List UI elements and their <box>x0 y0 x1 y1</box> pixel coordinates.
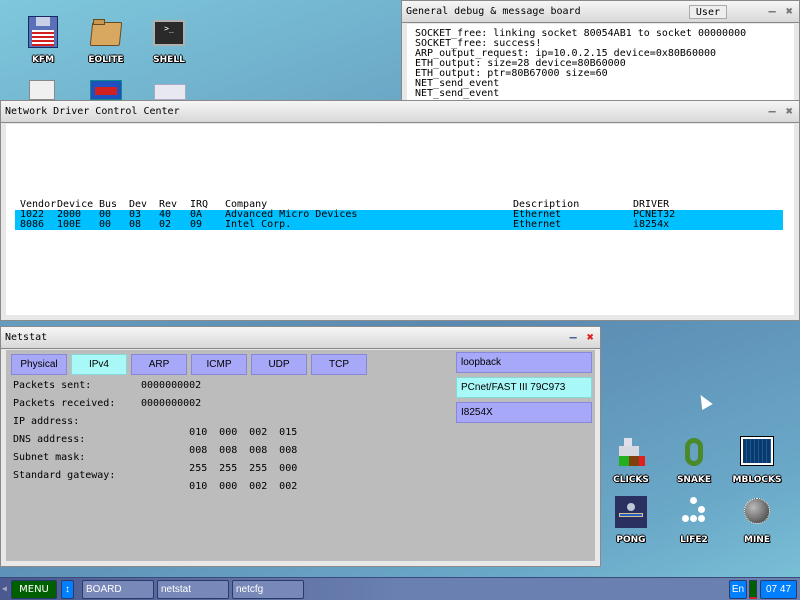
cell-company: Intel Corp. <box>225 219 292 230</box>
minimize-icon[interactable]: — <box>769 4 776 18</box>
terminal-icon: >_ <box>152 16 186 50</box>
tinypad-icon[interactable] <box>90 80 122 100</box>
close-icon[interactable]: ✖ <box>786 104 793 118</box>
floppy-disk-icon <box>26 16 60 50</box>
stat-label: Standard gateway: <box>13 470 116 481</box>
stat-value: 0000000002 <box>141 380 202 391</box>
taskbar-left-arrow-icon[interactable]: ◀ <box>2 584 7 593</box>
taskbar: ◀ MENU ↕ BOARD netstat netcfg En 07 47 <box>0 577 800 600</box>
netstat-window: Netstat — ✖ Physical IPv4 ARP ICMP UDP T… <box>0 326 601 567</box>
netstat-body: Physical IPv4 ARP ICMP UDP TCP Packets s… <box>6 350 595 561</box>
stat-label: DNS address: <box>13 434 86 445</box>
mouse-cursor-icon <box>695 391 713 411</box>
driver-table: Vendor Device Bus Dev Rev IRQ Company De… <box>15 200 783 230</box>
desktop-icon-shell[interactable]: >_ SHELL <box>137 16 201 65</box>
cell-vendor: 8086 <box>20 219 45 230</box>
task-netstat[interactable]: netstat <box>157 580 229 599</box>
window-title: Netstat <box>5 332 48 343</box>
stat-value: 0000000002 <box>141 398 202 409</box>
cell-description: Ethernet <box>513 219 562 230</box>
interface-i8254x[interactable]: I8254X <box>456 402 592 423</box>
menu-button[interactable]: MENU <box>11 580 57 599</box>
stat-label: Packets sent: <box>13 380 92 391</box>
language-indicator[interactable]: En <box>729 580 747 599</box>
tab-physical[interactable]: Physical <box>11 354 67 375</box>
desktop-icon-life2[interactable]: LIFE2 <box>662 496 726 545</box>
desktop-icon-kfm[interactable]: KFM <box>11 16 75 65</box>
minimize-icon[interactable]: — <box>570 330 577 344</box>
ip-octet: 010 <box>189 481 208 492</box>
tab-udp[interactable]: UDP <box>251 354 307 375</box>
clock[interactable]: 07 47 <box>760 580 797 599</box>
close-icon[interactable]: ✖ <box>587 330 594 344</box>
cell-dev: 08 <box>129 219 142 230</box>
tab-tcp[interactable]: TCP <box>311 354 367 375</box>
minimize-icon[interactable]: — <box>769 104 776 118</box>
desktop-icon-clicks[interactable]: CLICKS <box>599 436 663 485</box>
snake-icon <box>677 436 711 470</box>
driver-center-window: Network Driver Control Center — ✖ Vendor… <box>0 100 800 321</box>
driver-center-titlebar[interactable]: Network Driver Control Center — ✖ <box>1 101 799 123</box>
interface-pcnet[interactable]: PCnet/FAST III 79C973 <box>456 377 592 398</box>
table-row[interactable]: 8086 100E 00 08 02 09 Intel Corp. Ethern… <box>15 220 783 230</box>
cell-device: 100E <box>57 219 82 230</box>
life-icon <box>677 496 711 530</box>
debug-log-area: SOCKET_free: linking socket 80054AB1 to … <box>407 24 794 100</box>
debug-board-titlebar[interactable]: General debug & message board User — ✖ <box>402 1 799 23</box>
switch-windows-icon[interactable]: ↕ <box>61 580 74 599</box>
desktop-icon-pong[interactable]: PONG <box>599 496 663 545</box>
cell-irq: 09 <box>190 219 203 230</box>
cell-rev: 02 <box>159 219 172 230</box>
desktop-icon-snake[interactable]: SNAKE <box>662 436 726 485</box>
ip-octet: 002 <box>279 481 298 492</box>
cpu-usage-indicator <box>749 580 757 599</box>
window-title: General debug & message board <box>406 6 581 17</box>
notepad-icon[interactable] <box>29 80 55 100</box>
desktop-icon-mblocks[interactable]: MBLOCKS <box>725 436 789 485</box>
stat-label: Subnet mask: <box>13 452 86 463</box>
stat-label: Packets received: <box>13 398 116 409</box>
blocks-icon <box>614 436 648 470</box>
tab-arp[interactable]: ARP <box>131 354 187 375</box>
cell-driver: i8254x <box>633 219 670 230</box>
close-icon[interactable]: ✖ <box>786 4 793 18</box>
mine-icon <box>740 496 774 530</box>
user-button[interactable]: User <box>688 5 727 19</box>
stat-label: IP address: <box>13 416 80 427</box>
ip-octet: 002 <box>249 481 268 492</box>
ip-octet: 000 <box>219 481 238 492</box>
viewer-icon[interactable] <box>154 84 186 100</box>
grid-icon <box>740 436 774 470</box>
task-board[interactable]: BOARD <box>82 580 154 599</box>
desktop-icon-eolite[interactable]: EOLITE <box>74 16 138 65</box>
cell-bus: 00 <box>99 219 112 230</box>
interface-loopback[interactable]: loopback <box>456 352 592 373</box>
desktop-icon-mine[interactable]: MINE <box>725 496 789 545</box>
netstat-titlebar[interactable]: Netstat — ✖ <box>1 327 600 349</box>
pong-icon <box>614 496 648 530</box>
folder-icon <box>89 16 123 50</box>
task-netcfg[interactable]: netcfg <box>232 580 304 599</box>
tab-icmp[interactable]: ICMP <box>191 354 247 375</box>
window-title: Network Driver Control Center <box>5 106 180 117</box>
tab-ipv4[interactable]: IPv4 <box>71 354 127 375</box>
debug-board-window: General debug & message board User — ✖ S… <box>401 0 800 101</box>
log-line: NET_send_event <box>415 88 500 99</box>
